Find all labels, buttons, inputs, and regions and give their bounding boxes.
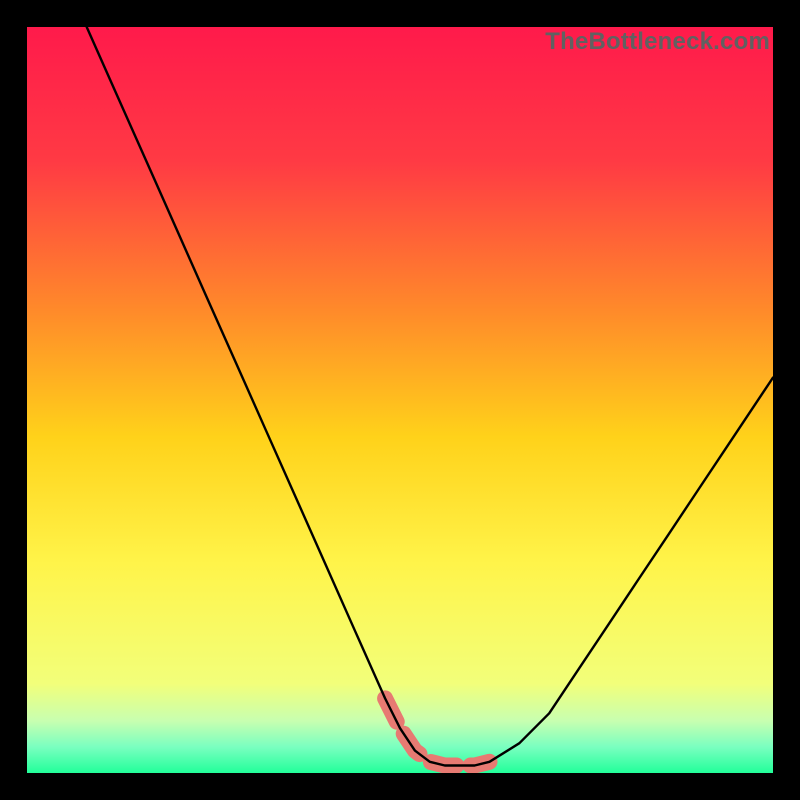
plot-area	[27, 27, 773, 773]
chart-frame: TheBottleneck.com	[0, 0, 800, 800]
bottleneck-chart	[27, 27, 773, 773]
